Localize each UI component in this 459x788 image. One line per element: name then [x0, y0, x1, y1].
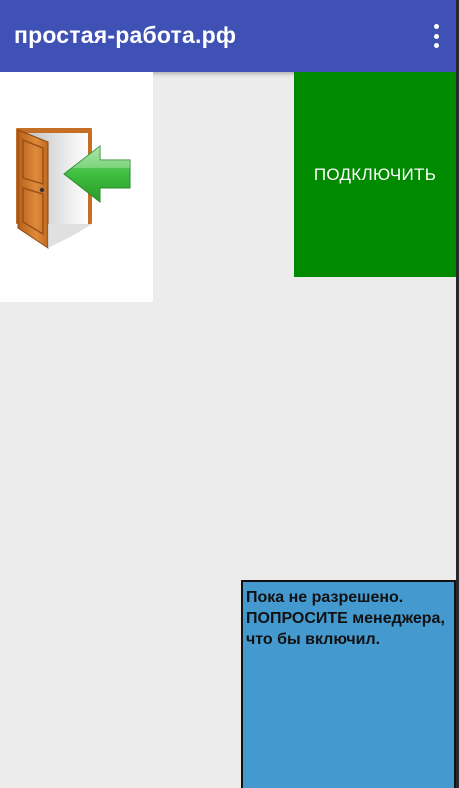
menu-dot [433, 24, 439, 29]
status-message-box: Пока не разрешено. ПОПРОСИТЕ менеджера, … [241, 580, 456, 788]
menu-dot [433, 33, 439, 39]
connect-button[interactable]: ПОДКЛЮЧИТЬ [294, 72, 456, 277]
exit-button[interactable] [0, 72, 153, 302]
app-title: простая-работа.рф [14, 22, 237, 48]
status-message: Пока не разрешено. ПОПРОСИТЕ менеджера, … [246, 589, 445, 648]
menu-dot [433, 43, 439, 48]
app-bar: простая-работа.рф [0, 0, 456, 72]
app-screen: простая-работа.рф ПОДКЛЮЧИТЬ Пока не раз… [0, 0, 456, 788]
more-vert-icon[interactable] [432, 24, 440, 48]
door-enter-icon [16, 128, 131, 249]
